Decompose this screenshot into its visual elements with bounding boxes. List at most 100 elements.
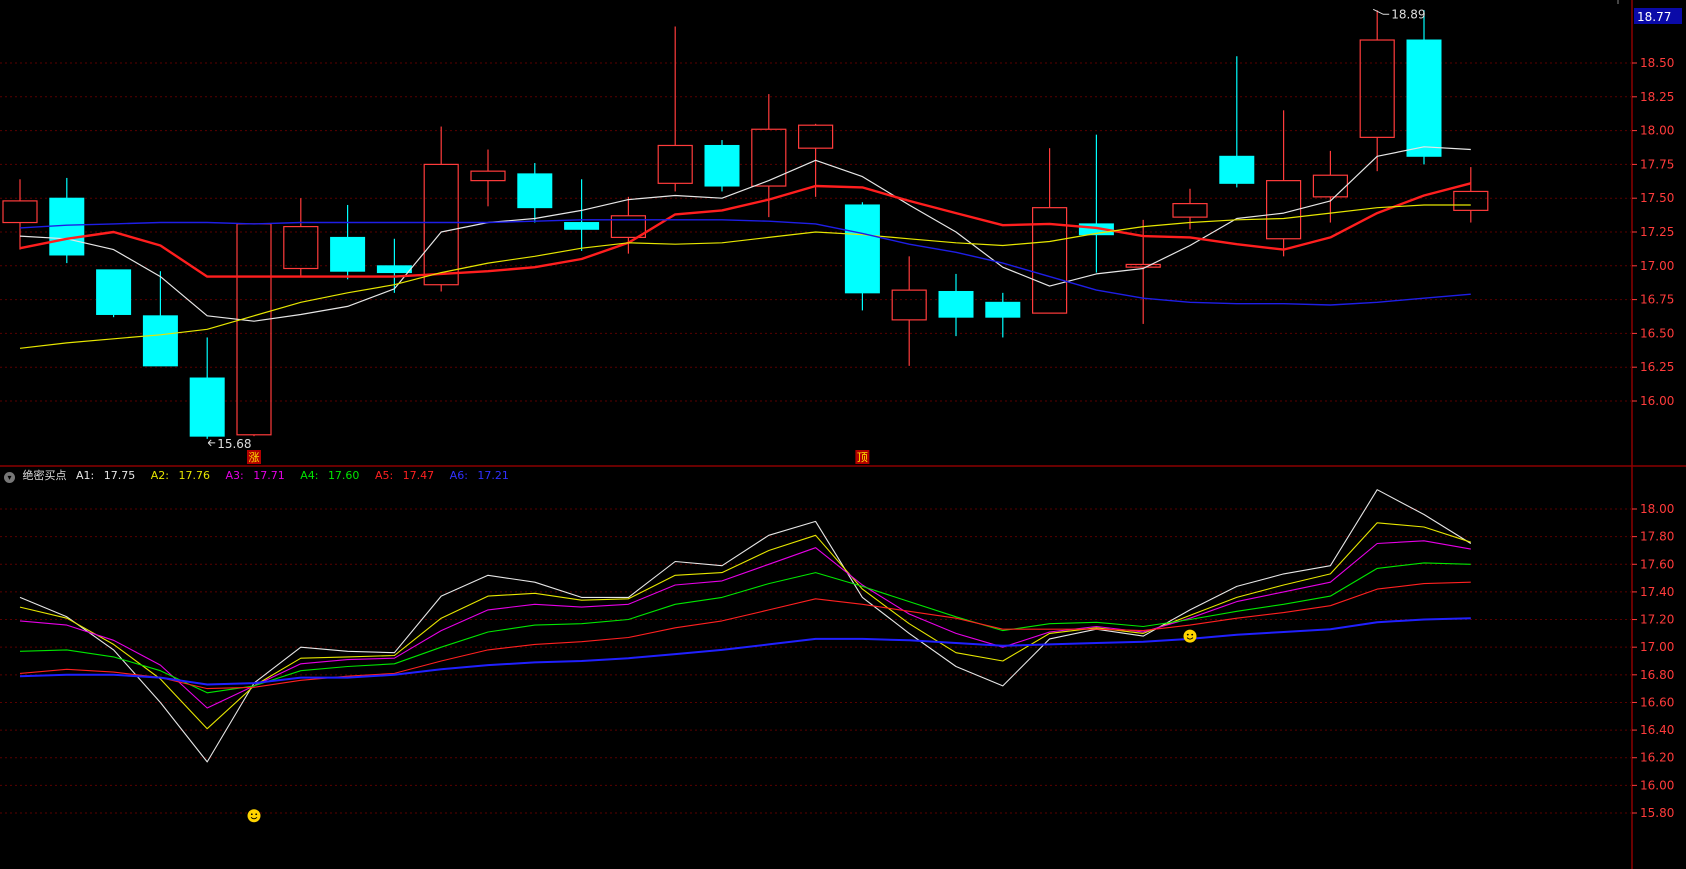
candle-body-up [470, 170, 506, 182]
candle-body-down [189, 377, 225, 437]
smiley-face [1183, 629, 1197, 643]
smiley-eye-right [1191, 633, 1194, 636]
price-tick-label: 16.75 [1640, 293, 1674, 307]
candle-body-down [376, 265, 412, 274]
indicator-name: 绝密买点 [22, 469, 67, 482]
candle-body-up [1453, 190, 1489, 211]
candle [1031, 148, 1068, 314]
moving-average-line-4 [19, 219, 1471, 306]
price-tick-label: 17.50 [1640, 191, 1674, 205]
price-tick-label: 16.25 [1640, 360, 1674, 374]
indicator-tick-label: 16.40 [1640, 723, 1674, 737]
candle-body-down [49, 197, 85, 256]
price-tick-label: 16.50 [1640, 326, 1674, 340]
candle-body-up [423, 163, 459, 286]
candle [189, 337, 225, 439]
price-tick-label: 17.25 [1640, 225, 1674, 239]
candle [1359, 10, 1395, 172]
smiley-eye-right [255, 813, 258, 816]
candle [49, 177, 85, 264]
candle [1406, 10, 1442, 165]
low-marker-label: 15.68 [217, 437, 251, 451]
candle-body-down [938, 290, 974, 318]
price-tick-label: 18.00 [1640, 124, 1674, 138]
indicator-tick-label: 16.80 [1640, 668, 1674, 682]
candle-body-up [283, 225, 319, 270]
candle [891, 256, 927, 366]
candle [1265, 110, 1302, 257]
candle [283, 198, 319, 277]
smiley-eye-left [1186, 633, 1189, 636]
signal-label: 顶 [857, 451, 868, 464]
collapse-chevron-icon[interactable]: ▾ [4, 472, 15, 483]
candle [938, 273, 974, 337]
candle-body-up [797, 124, 834, 149]
smiley-eye-left [250, 813, 253, 816]
candle-body-up [891, 289, 927, 321]
candle-body-up [1359, 39, 1395, 138]
candle [2, 179, 38, 250]
legend-a6: A6: 17.21 [449, 469, 509, 482]
candle-body-down [704, 144, 740, 187]
indicator-line-a1 [19, 489, 1472, 763]
candle [96, 269, 132, 318]
indicator-tick-label: 16.60 [1640, 695, 1674, 709]
moving-average-line-2 [19, 182, 1472, 278]
current-price-tag: 18.77 [1637, 10, 1671, 24]
indicator-tick-label: 15.80 [1640, 806, 1674, 820]
legend-a1: A1: 17.75 [76, 469, 136, 482]
candle [142, 271, 178, 367]
candle-body-up [1172, 203, 1208, 218]
candle-body-up [236, 223, 272, 436]
candle [564, 179, 600, 251]
candle [423, 126, 459, 292]
price-tick-label: 16.00 [1640, 394, 1674, 408]
indicator-tick-label: 17.60 [1640, 557, 1674, 571]
candle-body-down [985, 301, 1021, 318]
candle [1078, 134, 1114, 273]
candle-body-down [844, 204, 880, 294]
high-marker-label: 18.89 [1391, 7, 1425, 21]
candle [844, 202, 880, 311]
legend-a5: A5: 17.47 [374, 469, 435, 482]
candle-body-down [330, 236, 366, 272]
candle [704, 140, 740, 192]
candle [657, 26, 693, 192]
indicator-tick-label: 17.40 [1640, 585, 1674, 599]
price-tick-label: 17.00 [1640, 259, 1674, 273]
price-tick-label: 18.25 [1640, 90, 1674, 104]
candle-body-up [751, 128, 787, 187]
candle-body-down [1219, 155, 1255, 184]
legend-a4: A4: 17.60 [300, 469, 360, 482]
candle-body-down [1406, 39, 1442, 157]
candle-body-down [564, 222, 600, 230]
smiley-icon [1183, 629, 1197, 643]
indicator-line-a2 [19, 522, 1471, 730]
candle-body-up [610, 215, 647, 239]
indicator-legend: ▾ 绝密买点 A1: 17.75 A2: 17.76 A3: 17.71 A4:… [4, 467, 521, 483]
signal-label: 涨 [249, 451, 260, 464]
price-tick-label: 18.50 [1640, 56, 1674, 70]
stock-chart-canvas[interactable]: 18.50 18.25 18.00 17.75 17.50 17.25 17.00 16.75… [0, 0, 1686, 869]
smiley-icon [247, 809, 261, 823]
candle-body-down [96, 269, 132, 315]
candle [517, 163, 553, 223]
candle [610, 196, 647, 254]
candle [236, 223, 272, 437]
indicator-tick-label: 16.20 [1640, 751, 1674, 765]
indicator-tick-label: 18.00 [1640, 502, 1674, 516]
candle-body-down [517, 173, 553, 209]
candle-body-up [1312, 174, 1349, 198]
candle-body-up [2, 200, 38, 224]
high-marker-arrow [1372, 8, 1390, 15]
candle [1219, 56, 1255, 188]
indicator-tick-label: 17.00 [1640, 640, 1674, 654]
legend-a2: A2: 17.76 [150, 469, 210, 482]
candle-body-down [142, 315, 178, 367]
smiley-face [247, 809, 261, 823]
candle [330, 204, 366, 280]
indicator-tick-label: 17.80 [1640, 530, 1674, 544]
indicator-tick-label: 16.00 [1640, 778, 1674, 792]
price-tick-label: 17.75 [1640, 157, 1674, 171]
candle [1453, 167, 1489, 223]
